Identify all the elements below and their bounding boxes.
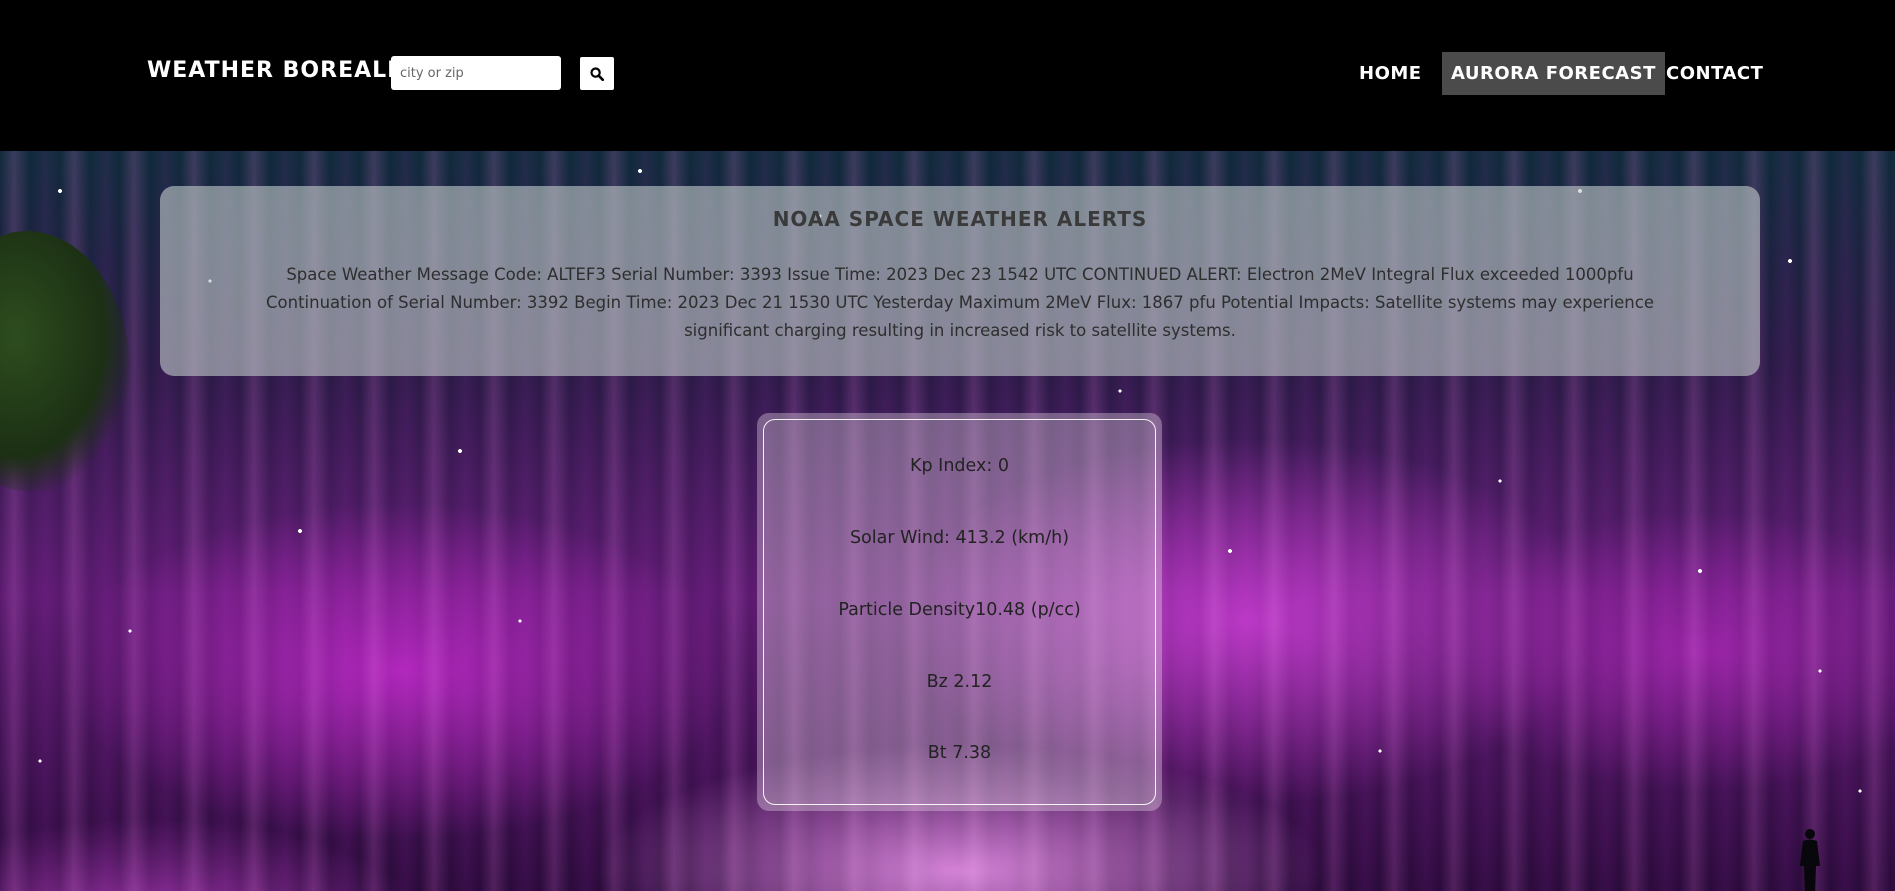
search-input[interactable] [391,56,561,90]
nav-aurora-forecast[interactable]: AURORA FORECAST [1442,52,1665,95]
alerts-title: NOAA SPACE WEATHER ALERTS [772,207,1148,231]
particle-density-value: Particle Density10.48 (p/cc) [838,600,1081,620]
solar-wind-value: Solar Wind: 413.2 (km/h) [849,528,1070,548]
nav-home[interactable]: HOME [1350,52,1431,95]
brand-logo[interactable]: WEATHER BOREALIS [147,58,413,83]
alerts-message: Space Weather Message Code: ALTEF3 Seria… [266,265,1654,340]
search-icon [590,66,604,81]
search-button[interactable] [580,57,614,90]
nav-contact[interactable]: CONTACT [1657,52,1772,95]
space-weather-alerts-panel: NOAA SPACE WEATHER ALERTS Space Weather … [160,186,1760,376]
bz-value: Bz 2.12 [926,672,993,692]
person-silhouette [1800,829,1820,891]
header-bar: WEATHER BOREALIS HOME AURORA FORECAST CO… [0,0,1895,151]
bt-value: Bt 7.38 [927,743,992,763]
kp-index-value: Kp Index: 0 [910,456,1009,476]
data-card-border: Kp Index: 0 Solar Wind: 413.2 (km/h) Par… [763,419,1156,805]
aurora-data-card: Kp Index: 0 Solar Wind: 413.2 (km/h) Par… [757,413,1162,811]
